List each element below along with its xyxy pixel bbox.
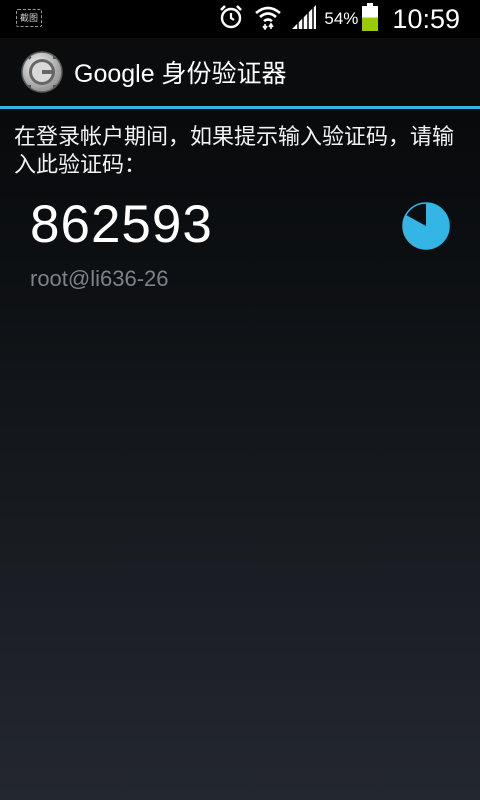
status-bar: 截图 54% 10:59: [0, 0, 480, 38]
countdown-timer-icon: [402, 202, 450, 250]
action-bar: Google 身份验证器: [0, 38, 480, 106]
wifi-icon: [254, 4, 282, 34]
instructions-text: 在登录帐户期间，如果提示输入验证码，请输入此验证码：: [14, 125, 455, 178]
verification-code[interactable]: 862593: [30, 194, 213, 255]
account-row[interactable]: 862593 root@li636-26: [0, 190, 480, 300]
signal-icon: [292, 5, 317, 33]
battery-percent: 54%: [324, 9, 359, 28]
account-name: root@li636-26: [30, 266, 169, 291]
screenshot-icon: 截图: [16, 9, 42, 27]
battery-icon: [362, 3, 379, 35]
authenticator-logo-icon[interactable]: [20, 50, 64, 94]
app-title: Google 身份验证器: [74, 60, 287, 88]
action-bar-divider: [0, 106, 480, 109]
alarm-icon: [218, 4, 244, 34]
screenshot-label: 截图: [19, 14, 38, 24]
clock: 10:59: [392, 3, 460, 34]
